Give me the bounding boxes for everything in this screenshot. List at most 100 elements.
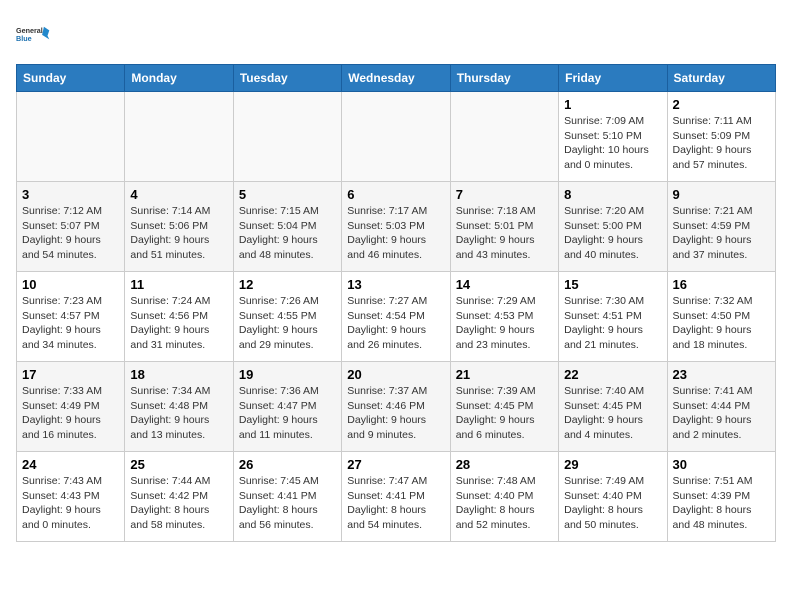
day-number: 25 — [130, 457, 227, 472]
calendar-cell: 9Sunrise: 7:21 AMSunset: 4:59 PMDaylight… — [667, 182, 775, 272]
day-number: 5 — [239, 187, 336, 202]
weekday-header-row: SundayMondayTuesdayWednesdayThursdayFrid… — [17, 65, 776, 92]
calendar-cell: 11Sunrise: 7:24 AMSunset: 4:56 PMDayligh… — [125, 272, 233, 362]
day-number: 12 — [239, 277, 336, 292]
calendar-cell: 22 Sunrise: 7:40 AMSunset: 4:45 PMDayligh… — [559, 362, 667, 452]
day-number: 15 — [564, 277, 661, 292]
calendar-cell: 7Sunrise: 7:18 AMSunset: 5:01 PMDaylight… — [450, 182, 558, 272]
week-row-5: 24Sunrise: 7:43 AMSunset: 4:43 PMDayligh… — [17, 452, 776, 542]
day-info: Sunrise: 7:14 AMSunset: 5:06 PMDaylight:… — [130, 204, 227, 263]
calendar-cell: 24Sunrise: 7:43 AMSunset: 4:43 PMDayligh… — [17, 452, 125, 542]
day-info: Sunrise: 7:32 AMSunset: 4:50 PMDaylight:… — [673, 294, 770, 353]
week-row-3: 10 Sunrise: 7:23 AMSunset: 4:57 PMDayligh… — [17, 272, 776, 362]
day-number: 23 — [673, 367, 770, 382]
calendar-cell: 12 Sunrise: 7:26 AMSunset: 4:55 PMDayligh… — [233, 272, 341, 362]
day-number: 19 — [239, 367, 336, 382]
weekday-header-monday: Monday — [125, 65, 233, 92]
calendar-cell: 13 Sunrise: 7:27 AMSunset: 4:54 PMDayligh… — [342, 272, 450, 362]
calendar-cell: 15 Sunrise: 7:30 AMSunset: 4:51 PMDayligh… — [559, 272, 667, 362]
day-info: Sunrise: 7:41 AMSunset: 4:44 PMDaylight:… — [673, 384, 770, 443]
day-number: 9 — [673, 187, 770, 202]
day-info: Sunrise: 7:47 AMSunset: 4:41 PMDaylight:… — [347, 474, 444, 533]
day-number: 28 — [456, 457, 553, 472]
calendar-cell: 17Sunrise: 7:33 AMSunset: 4:49 PMDayligh… — [17, 362, 125, 452]
day-info: Sunrise: 7:39 AMSunset: 4:45 PMDaylight:… — [456, 384, 553, 443]
day-info: Sunrise: 7:23 AMSunset: 4:57 PMDaylight:… — [22, 294, 119, 353]
day-number: 13 — [347, 277, 444, 292]
day-info: Sunrise: 7:15 AMSunset: 5:04 PMDaylight:… — [239, 204, 336, 263]
page-header: GeneralBlue — [16, 16, 776, 52]
weekday-header-thursday: Thursday — [450, 65, 558, 92]
day-info: Sunrise: 7:18 AMSunset: 5:01 PMDaylight:… — [456, 204, 553, 263]
day-info: Sunrise: 7:44 AMSunset: 4:42 PMDaylight:… — [130, 474, 227, 533]
day-number: 22 — [564, 367, 661, 382]
day-info: Sunrise: 7:27 AMSunset: 4:54 PMDaylight:… — [347, 294, 444, 353]
calendar-cell — [450, 92, 558, 182]
day-number: 6 — [347, 187, 444, 202]
weekday-header-sunday: Sunday — [17, 65, 125, 92]
day-number: 10 — [22, 277, 119, 292]
week-row-2: 3 Sunrise: 7:12 AMSunset: 5:07 PMDaylight… — [17, 182, 776, 272]
weekday-header-wednesday: Wednesday — [342, 65, 450, 92]
calendar-cell — [17, 92, 125, 182]
day-number: 20 — [347, 367, 444, 382]
calendar-cell — [233, 92, 341, 182]
day-info: Sunrise: 7:09 AMSunset: 5:10 PMDaylight:… — [564, 114, 661, 173]
calendar-cell: 23 Sunrise: 7:41 AMSunset: 4:44 PMDayligh… — [667, 362, 775, 452]
calendar-cell: 28 Sunrise: 7:48 AMSunset: 4:40 PMDayligh… — [450, 452, 558, 542]
day-info: Sunrise: 7:29 AMSunset: 4:53 PMDaylight:… — [456, 294, 553, 353]
day-number: 8 — [564, 187, 661, 202]
day-info: Sunrise: 7:33 AMSunset: 4:49 PMDaylight:… — [22, 384, 119, 443]
calendar-cell — [125, 92, 233, 182]
calendar-cell: 19 Sunrise: 7:36 AMSunset: 4:47 PMDayligh… — [233, 362, 341, 452]
calendar-cell: 16 Sunrise: 7:32 AMSunset: 4:50 PMDayligh… — [667, 272, 775, 362]
day-info: Sunrise: 7:37 AMSunset: 4:46 PMDaylight:… — [347, 384, 444, 443]
calendar-cell: 18Sunrise: 7:34 AMSunset: 4:48 PMDayligh… — [125, 362, 233, 452]
day-number: 3 — [22, 187, 119, 202]
day-info: Sunrise: 7:30 AMSunset: 4:51 PMDaylight:… — [564, 294, 661, 353]
svg-text:General: General — [16, 26, 43, 35]
calendar-cell: 25 Sunrise: 7:44 AMSunset: 4:42 PMDayligh… — [125, 452, 233, 542]
calendar-cell — [342, 92, 450, 182]
day-info: Sunrise: 7:20 AMSunset: 5:00 PMDaylight:… — [564, 204, 661, 263]
calendar-cell: 2 Sunrise: 7:11 AMSunset: 5:09 PMDaylight… — [667, 92, 775, 182]
day-number: 14 — [456, 277, 553, 292]
calendar-cell: 3 Sunrise: 7:12 AMSunset: 5:07 PMDaylight… — [17, 182, 125, 272]
day-number: 18 — [130, 367, 227, 382]
calendar-cell: 27 Sunrise: 7:47 AMSunset: 4:41 PMDayligh… — [342, 452, 450, 542]
calendar-cell: 29 Sunrise: 7:49 AMSunset: 4:40 PMDayligh… — [559, 452, 667, 542]
weekday-header-friday: Friday — [559, 65, 667, 92]
weekday-header-saturday: Saturday — [667, 65, 775, 92]
day-number: 30 — [673, 457, 770, 472]
day-number: 2 — [673, 97, 770, 112]
calendar-cell: 10 Sunrise: 7:23 AMSunset: 4:57 PMDayligh… — [17, 272, 125, 362]
day-info: Sunrise: 7:17 AMSunset: 5:03 PMDaylight:… — [347, 204, 444, 263]
day-info: Sunrise: 7:40 AMSunset: 4:45 PMDaylight:… — [564, 384, 661, 443]
calendar-cell: 8 Sunrise: 7:20 AMSunset: 5:00 PMDaylight… — [559, 182, 667, 272]
logo-icon: GeneralBlue — [16, 16, 52, 52]
calendar-cell: 6 Sunrise: 7:17 AMSunset: 5:03 PMDaylight… — [342, 182, 450, 272]
weekday-header-tuesday: Tuesday — [233, 65, 341, 92]
day-info: Sunrise: 7:51 AMSunset: 4:39 PMDaylight:… — [673, 474, 770, 533]
calendar-cell: 4 Sunrise: 7:14 AMSunset: 5:06 PMDaylight… — [125, 182, 233, 272]
calendar-cell: 5 Sunrise: 7:15 AMSunset: 5:04 PMDaylight… — [233, 182, 341, 272]
day-number: 4 — [130, 187, 227, 202]
day-info: Sunrise: 7:49 AMSunset: 4:40 PMDaylight:… — [564, 474, 661, 533]
day-info: Sunrise: 7:48 AMSunset: 4:40 PMDaylight:… — [456, 474, 553, 533]
day-number: 1 — [564, 97, 661, 112]
day-number: 29 — [564, 457, 661, 472]
svg-text:Blue: Blue — [16, 34, 32, 43]
logo: GeneralBlue — [16, 16, 52, 52]
day-number: 21 — [456, 367, 553, 382]
week-row-4: 17Sunrise: 7:33 AMSunset: 4:49 PMDayligh… — [17, 362, 776, 452]
calendar-cell: 14 Sunrise: 7:29 AMSunset: 4:53 PMDayligh… — [450, 272, 558, 362]
day-info: Sunrise: 7:26 AMSunset: 4:55 PMDaylight:… — [239, 294, 336, 353]
day-info: Sunrise: 7:12 AMSunset: 5:07 PMDaylight:… — [22, 204, 119, 263]
day-number: 27 — [347, 457, 444, 472]
day-info: Sunrise: 7:36 AMSunset: 4:47 PMDaylight:… — [239, 384, 336, 443]
day-info: Sunrise: 7:11 AMSunset: 5:09 PMDaylight:… — [673, 114, 770, 173]
day-info: Sunrise: 7:43 AMSunset: 4:43 PMDaylight:… — [22, 474, 119, 533]
week-row-1: 1 Sunrise: 7:09 AMSunset: 5:10 PMDaylight… — [17, 92, 776, 182]
calendar-cell: 21 Sunrise: 7:39 AMSunset: 4:45 PMDayligh… — [450, 362, 558, 452]
day-number: 16 — [673, 277, 770, 292]
